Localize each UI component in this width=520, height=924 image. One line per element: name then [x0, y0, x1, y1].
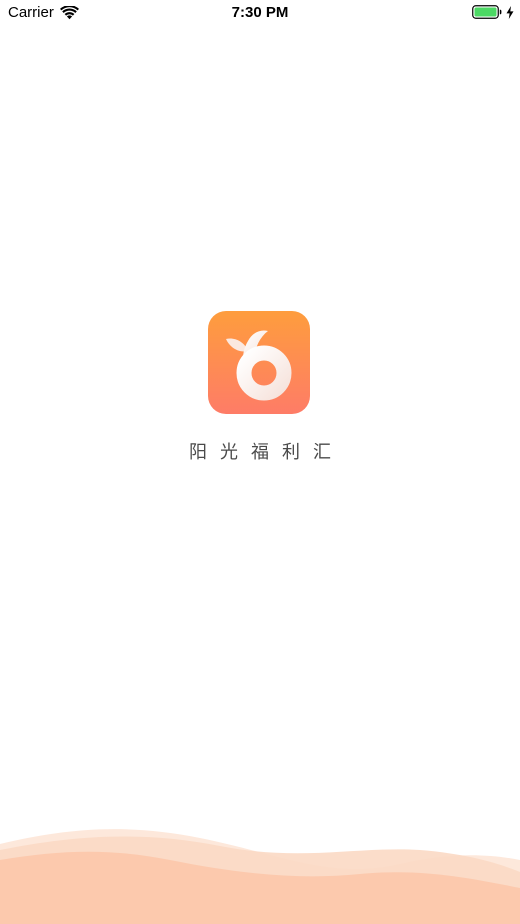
battery-group — [472, 5, 514, 19]
charging-bolt-icon — [506, 5, 514, 19]
status-bar: Carrier 7:30 PM — [0, 0, 520, 28]
app-logo — [208, 311, 310, 414]
battery-icon — [472, 5, 502, 19]
status-time: 7:30 PM — [231, 4, 289, 21]
app-name: 阳光福利汇 — [189, 442, 344, 463]
sunshine-logo-icon — [226, 330, 292, 401]
bottom-wave-decoration — [0, 824, 520, 924]
splash-screen: Carrier 7:30 PM 阳光福利汇 — [0, 0, 520, 924]
